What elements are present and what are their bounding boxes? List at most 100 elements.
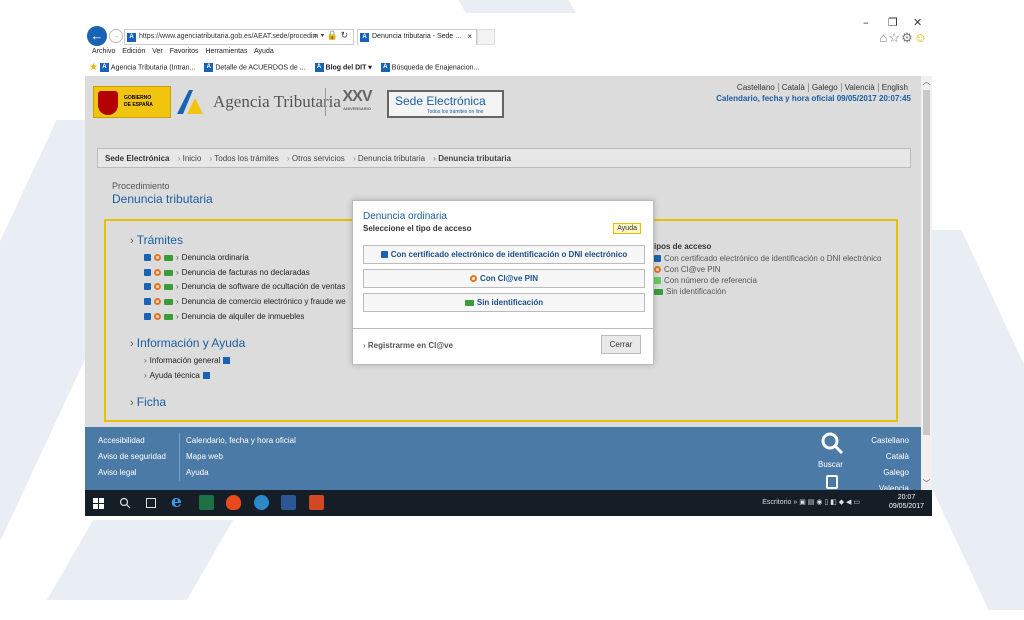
favorites-star-icon[interactable]: ★ [89, 62, 98, 73]
section-ficha[interactable]: Ficha [130, 395, 166, 409]
lang-valencia[interactable]: Valencià [841, 83, 879, 92]
breadcrumb-item[interactable]: Denuncia tributaria [353, 154, 425, 163]
footer-link[interactable]: Calendario, fecha y hora oficial [186, 433, 296, 449]
clave-icon [154, 283, 161, 291]
word-icon[interactable] [281, 495, 296, 510]
maximize-button[interactable]: ❐ [888, 16, 898, 29]
task-view-icon[interactable] [146, 498, 156, 508]
menu-ver[interactable]: Ver [152, 48, 163, 55]
browser-tab-active[interactable]: A Denuncia tributaria - Sede ... × [357, 29, 477, 45]
footer-lang[interactable]: Valencia [871, 481, 909, 490]
search-label[interactable]: Buscar [818, 460, 843, 469]
tramite-item[interactable]: › Denuncia de software de ocultación de v… [144, 282, 345, 291]
favorite-item[interactable]: A Detalle de ACUERDOS de ... [204, 63, 306, 72]
tramite-item[interactable]: › Denuncia de comercio electrónico y frau… [144, 297, 346, 306]
no-id-icon [164, 313, 173, 320]
menu-edicion[interactable]: Edición [122, 48, 145, 55]
feedback-smiley-icon[interactable]: ☺ [914, 30, 928, 45]
search-icon[interactable] [820, 431, 844, 455]
menu-herramientas[interactable]: Herramientas [205, 48, 247, 55]
lang-castellano[interactable]: Castellano [733, 83, 779, 92]
clave-icon [154, 298, 161, 306]
official-datetime-link[interactable]: Calendario, fecha y hora oficial 09/05/2… [716, 94, 911, 103]
footer-separator [179, 433, 180, 481]
certificate-access-button[interactable]: Con certificado electrónico de identific… [363, 245, 645, 264]
taskbar-clock[interactable]: 20:07 09/05/2017 [889, 493, 924, 511]
footer-lang[interactable]: Galego [871, 465, 909, 481]
arrow-icon: › [144, 356, 147, 365]
tramite-item[interactable]: › Denuncia de alquiler de inmuebles [144, 312, 304, 321]
agencia-small-icon [202, 372, 210, 380]
taskbar-search-icon[interactable] [119, 497, 131, 509]
page-title: Denuncia tributaria [112, 192, 213, 206]
scroll-thumb[interactable] [923, 90, 930, 435]
tramite-item[interactable]: › Denuncia ordinaria [144, 253, 249, 262]
lock-icon: 🔒 [326, 30, 339, 40]
info-item[interactable]: › Ayuda técnica [144, 371, 210, 380]
section-tramites[interactable]: Trámites [130, 233, 183, 247]
refresh-icon[interactable]: ↻ [341, 30, 349, 40]
footer-link[interactable]: Mapa web [186, 449, 296, 465]
tab-close-icon[interactable]: × [467, 32, 472, 41]
minimize-button[interactable]: – [863, 16, 869, 29]
forward-button[interactable]: → [109, 29, 123, 43]
clave-pin-button[interactable]: Con Cl@ve PIN [363, 269, 645, 288]
section-informacion-ayuda[interactable]: Información y Ayuda [130, 336, 246, 350]
lock-icon [144, 313, 151, 321]
app-flame-icon[interactable] [226, 495, 241, 510]
new-tab-button[interactable] [477, 29, 495, 45]
desktop-label[interactable]: Escritorio [762, 499, 791, 506]
favorite-item[interactable]: A Blog del DIT ▾ [314, 63, 372, 72]
register-clave-link[interactable]: Registrarme en Cl@ve [363, 341, 453, 350]
agency-name[interactable]: Agencia Tributaria [213, 92, 341, 112]
address-actions[interactable]: ⌕ ▾ 🔒 ↻ [313, 30, 348, 41]
no-identification-button[interactable]: Sin identificación [363, 293, 645, 312]
windows-start-icon[interactable] [93, 498, 104, 509]
excel-icon[interactable] [199, 495, 214, 510]
menu-archivo[interactable]: Archivo [92, 48, 115, 55]
info-item[interactable]: › Información general [144, 356, 231, 365]
agencia-tributaria-logo-icon[interactable] [175, 88, 205, 116]
sede-electronica-logo[interactable]: Sede Electrónica Todos los trámites on l… [387, 90, 504, 118]
footer-link[interactable]: Aviso de seguridad [98, 449, 166, 465]
scroll-down-icon[interactable]: ﹀ [921, 478, 932, 490]
footer-link[interactable]: Ayuda [186, 465, 296, 481]
breadcrumb-item[interactable]: Todos los trámites [210, 154, 279, 163]
menu-favoritos[interactable]: Favoritos [170, 48, 199, 55]
powerpoint-icon[interactable] [309, 495, 324, 510]
scroll-up-icon[interactable]: ︿ [921, 76, 932, 88]
tray-icons[interactable]: ▣ ▤ ◉ ▯ ◧ ◆ ◀ ▭ [799, 499, 860, 506]
menu-ayuda[interactable]: Ayuda [254, 48, 274, 55]
internet-explorer-icon[interactable]: e [171, 494, 186, 511]
footer-col-1: Accesibilidad Aviso de seguridad Aviso l… [98, 433, 166, 481]
back-button[interactable]: ← [87, 26, 107, 46]
clave-icon [654, 266, 661, 274]
lang-english[interactable]: English [879, 83, 911, 92]
breadcrumb-item[interactable]: Otros servicios [287, 154, 345, 163]
favorite-item[interactable]: A Búsqueda de Enajenacion... [380, 63, 479, 72]
mobile-icon[interactable] [826, 475, 838, 489]
app-globe-icon[interactable] [254, 495, 269, 510]
tramite-item[interactable]: › Denuncia de facturas no declaradas [144, 268, 310, 277]
footer-lang[interactable]: Castellano [871, 433, 909, 449]
close-dialog-button[interactable]: Cerrar [601, 335, 641, 354]
help-button[interactable]: Ayuda [613, 223, 641, 234]
footer-col-2: Calendario, fecha y hora oficial Mapa we… [186, 433, 296, 481]
arrow-icon: › [176, 268, 179, 277]
lang-catala[interactable]: Català [778, 83, 809, 92]
settings-gear-icon[interactable]: ⚙ [901, 30, 914, 45]
browser-chrome: – ❐ ✕ ← → A https://www.agenciatributari… [85, 13, 932, 76]
breadcrumb-root[interactable]: Sede Electrónica [105, 154, 169, 163]
breadcrumb-item[interactable]: Inicio [178, 154, 202, 163]
gobierno-logo[interactable]: GOBIERNO DE ESPAÑA [93, 86, 171, 118]
footer-link[interactable]: Accesibilidad [98, 433, 166, 449]
favorites-star-icon[interactable]: ☆ [888, 30, 901, 45]
favorites-bar: ★ A Agencia Tributaria (Intran... A Detall… [89, 62, 486, 73]
xxv-aniversario-logo: XXV ANIVERSARIO [333, 88, 381, 118]
page-scrollbar[interactable]: ︿ ﹀ [921, 76, 932, 490]
footer-lang[interactable]: Català [871, 449, 909, 465]
close-window-button[interactable]: ✕ [913, 16, 922, 29]
favorite-item[interactable]: A Agencia Tributaria (Intran... [99, 63, 195, 72]
lang-galego[interactable]: Galego [808, 83, 842, 92]
footer-link[interactable]: Aviso legal [98, 465, 166, 481]
